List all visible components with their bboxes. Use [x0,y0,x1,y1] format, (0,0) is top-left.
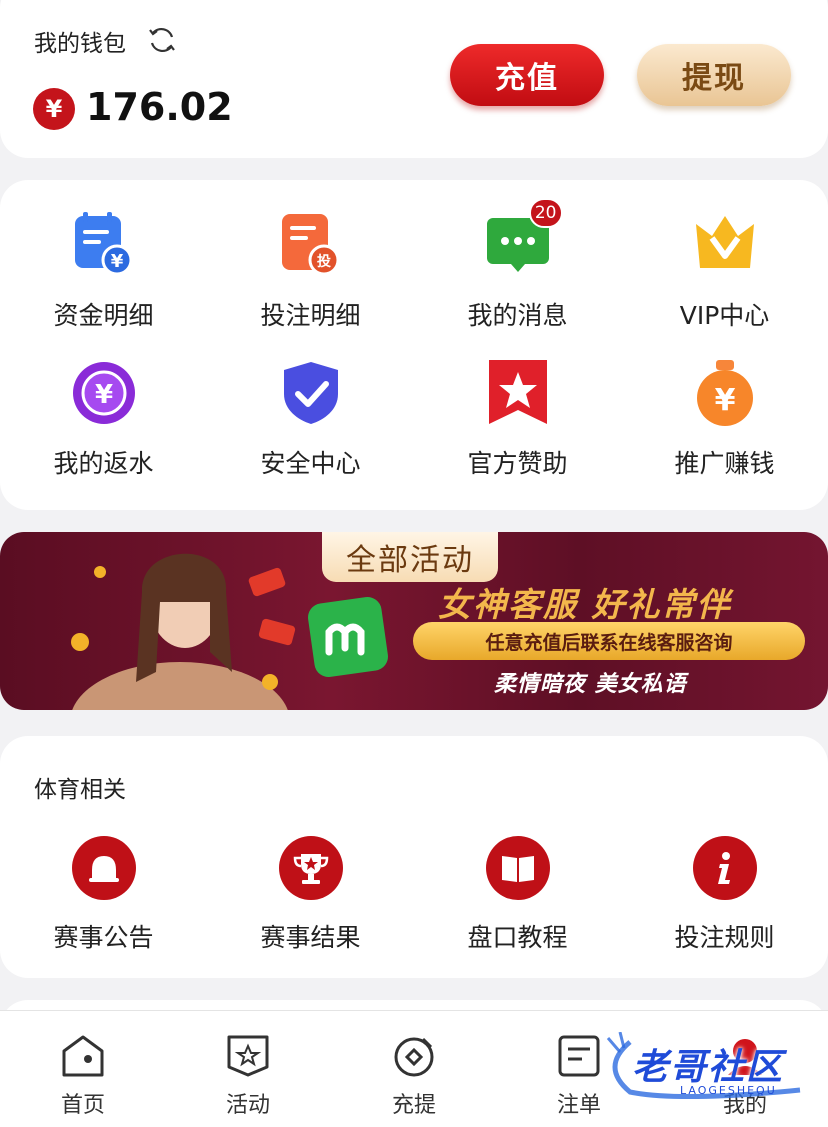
menu-label: 资金明细 [53,301,154,330]
sports-label: 盘口教程 [467,923,568,952]
tab-label: 活动 [225,1093,270,1118]
banner-pill: 任意充值后联系在线客服咨询 [413,622,805,660]
menu-label: 推广赚钱 [674,449,775,478]
sports-label: 投注规则 [674,923,775,952]
refresh-icon[interactable] [146,24,178,56]
rebate-chip-icon: ¥ [72,362,135,424]
menu-item-messages[interactable]: 20 我的消息 [414,198,621,332]
promo-banner[interactable]: 全部活动 女神客服 好礼常伴 任意充值后联系在线客服咨询 柔情暗夜 美女私语 [0,532,828,710]
wallet-balance: 176.02 [86,85,233,129]
fund-details-icon: ¥ [74,212,132,276]
withdraw-button[interactable]: 提现 [637,44,791,106]
bell-icon [71,836,136,900]
tab-label: 首页 [60,1093,105,1118]
svg-text:投: 投 [317,254,331,270]
tab-home[interactable]: 首页 [38,1031,128,1119]
svg-text:¥: ¥ [110,251,123,272]
svg-text:¥: ¥ [94,380,112,410]
unread-badge: 20 [528,198,563,228]
watermark-subtext: LAOGESHEQU [680,1084,777,1097]
app-logo-icon [308,597,388,677]
vip-crown-icon [695,216,754,268]
sports-item-results[interactable]: 赛事结果 [207,836,414,954]
sports-label: 赛事结果 [260,923,361,952]
menu-label: 我的消息 [467,301,568,330]
banner-tab[interactable]: 全部活动 [322,532,498,582]
messages-icon: 20 [483,198,563,280]
banner-headline: 女神客服 好礼常伴 [438,585,732,624]
banner-subline: 柔情暗夜 美女私语 [494,672,687,697]
sports-item-tutorial[interactable]: 盘口教程 [414,836,621,954]
menu-label: 安全中心 [260,449,361,478]
sports-section: 体育相关 赛事公告 赛事结果 盘口教程 投注规则 [0,736,828,978]
menu-item-vip[interactable]: VIP中心 [621,210,828,332]
menu-item-fund-details[interactable]: ¥ 资金明细 [0,210,207,332]
tab-deposit-withdraw[interactable]: 充提 [369,1031,459,1119]
trophy-icon [278,836,343,900]
orders-icon [558,1035,600,1077]
wallet-card: 我的钱包 ¥ 176.02 充值 提现 [0,0,828,158]
security-shield-icon [283,362,338,424]
book-icon [485,836,550,900]
sports-item-rules[interactable]: 投注规则 [621,836,828,954]
menu-grid: ¥ 资金明细 投 投注明细 20 我的消息 VIP中心 ¥ 我的返水 安全中心 … [0,180,828,510]
info-icon [692,836,757,900]
tab-activity[interactable]: 活动 [203,1031,293,1119]
menu-label: VIP中心 [679,301,770,330]
recharge-button[interactable]: 充值 [450,44,604,106]
bet-details-icon: 投 [281,214,339,276]
watermark-text: 老哥社区 [632,1047,785,1088]
menu-label: 官方赞助 [467,449,568,478]
sports-item-announcement[interactable]: 赛事公告 [0,836,207,954]
sports-title: 体育相关 [34,777,126,803]
menu-item-sponsor[interactable]: 官方赞助 [414,358,621,480]
menu-label: 投注明细 [260,301,361,330]
wallet-title: 我的钱包 [34,31,126,57]
menu-item-promote[interactable]: ¥ 推广赚钱 [621,358,828,480]
promote-coin-icon: ¥ [696,360,753,426]
home-icon [62,1035,104,1077]
deposit-withdraw-icon [394,1037,434,1077]
tab-label: 充提 [391,1093,436,1118]
menu-item-security[interactable]: 安全中心 [207,358,414,480]
sports-label: 赛事公告 [53,923,154,952]
activity-star-icon [227,1035,269,1077]
red-envelope-icon [248,567,296,646]
menu-label: 我的返水 [53,449,154,478]
menu-item-rebate[interactable]: ¥ 我的返水 [0,358,207,480]
svg-text:¥: ¥ [714,383,735,418]
menu-item-bet-details[interactable]: 投 投注明细 [207,210,414,332]
currency-icon: ¥ [33,88,75,130]
sponsor-star-icon [488,360,547,424]
tab-label: 注单 [556,1093,601,1118]
